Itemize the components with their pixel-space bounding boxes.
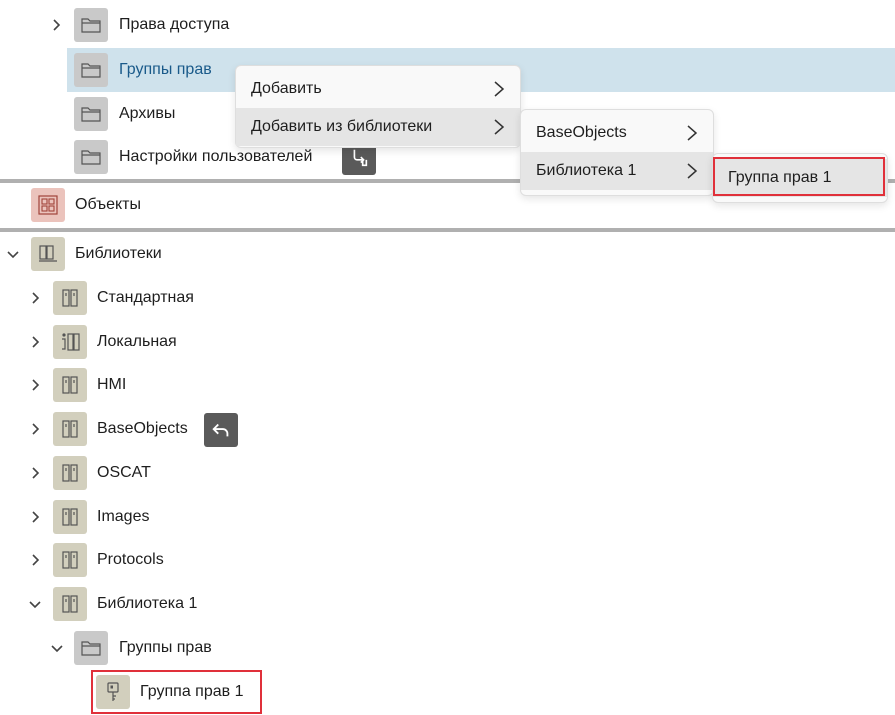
submenu-libraries: BaseObjects Библиотека 1 xyxy=(520,109,714,196)
menu-item-label: Добавить xyxy=(251,80,322,97)
menu-item-label: Библиотека 1 xyxy=(536,162,637,179)
chevron-right-icon[interactable] xyxy=(27,377,43,393)
tree-item-library-hmi[interactable]: HMI xyxy=(0,363,895,407)
library-icon xyxy=(53,543,87,577)
libraries-icon xyxy=(31,237,65,271)
tree-item-label: Images xyxy=(97,508,150,525)
chevron-right-icon[interactable] xyxy=(27,552,43,568)
tree-item-library-1[interactable]: Библиотека 1 xyxy=(0,582,895,626)
tree-item-label: HMI xyxy=(97,376,127,393)
highlight-box xyxy=(91,670,262,714)
chevron-right-icon[interactable] xyxy=(27,465,43,481)
tree-item-library-standard[interactable]: Стандартная xyxy=(0,276,895,320)
library-icon xyxy=(53,281,87,315)
chevron-right-icon xyxy=(687,125,698,141)
tree-item-label: Protocols xyxy=(97,551,164,568)
menu-item-baseobjects[interactable]: BaseObjects xyxy=(521,114,713,152)
chevron-right-icon[interactable] xyxy=(27,421,43,437)
tree-item-label: Библиотеки xyxy=(75,245,162,262)
library-icon xyxy=(53,587,87,621)
menu-item-label: Добавить из библиотеки xyxy=(251,118,433,135)
menu-item-label: BaseObjects xyxy=(536,124,627,141)
tree-item-label: Локальная xyxy=(97,333,177,350)
folder-icon xyxy=(74,8,108,42)
context-menu: Добавить Добавить из библиотеки xyxy=(235,65,521,148)
library-icon xyxy=(53,368,87,402)
chevron-down-icon[interactable] xyxy=(5,246,21,262)
menu-item-add[interactable]: Добавить xyxy=(236,70,520,108)
tree-item-label: Архивы xyxy=(119,105,176,122)
tree-item-libraries[interactable]: Библиотеки xyxy=(0,232,895,276)
tree-item-label: Настройки пользователей xyxy=(119,148,313,165)
tree-item-lib1-rights-groups[interactable]: Группы прав xyxy=(0,626,895,670)
tree-item-label: Группы прав xyxy=(119,61,212,78)
tree-item-label: Стандартная xyxy=(97,289,194,306)
chevron-right-icon xyxy=(687,163,698,179)
folder-icon xyxy=(74,140,108,174)
tree-item-label: Объекты xyxy=(75,196,141,213)
folder-icon xyxy=(74,631,108,665)
tree-item-label: BaseObjects xyxy=(97,420,188,437)
tree-item-label: Группы прав xyxy=(119,639,212,656)
library-icon xyxy=(53,456,87,490)
tree-item-label: OSCAT xyxy=(97,464,151,481)
chevron-right-icon[interactable] xyxy=(27,334,43,350)
menu-item-add-from-library[interactable]: Добавить из библиотеки xyxy=(236,108,520,146)
tree-item-access-rights[interactable]: Права доступа xyxy=(0,3,895,47)
chevron-right-icon xyxy=(494,119,505,135)
library-icon xyxy=(53,412,87,446)
tree-item-library-images[interactable]: Images xyxy=(0,495,895,539)
chevron-down-icon[interactable] xyxy=(27,596,43,612)
folder-icon xyxy=(74,97,108,131)
tree-item-library-baseobjects[interactable]: BaseObjects xyxy=(0,407,895,451)
menu-item-library-1[interactable]: Библиотека 1 xyxy=(521,152,713,190)
tree-item-label: Права доступа xyxy=(119,16,230,33)
undo-arrow-icon[interactable] xyxy=(204,413,238,447)
chevron-down-icon[interactable] xyxy=(49,640,65,656)
local-library-icon xyxy=(53,325,87,359)
chevron-right-icon[interactable] xyxy=(48,17,64,33)
objects-icon xyxy=(31,188,65,222)
chevron-right-icon[interactable] xyxy=(27,509,43,525)
tree-item-library-protocols[interactable]: Protocols xyxy=(0,538,895,582)
highlight-box xyxy=(713,157,885,196)
tree-item-label: Библиотека 1 xyxy=(97,595,198,612)
library-icon xyxy=(53,500,87,534)
chevron-right-icon[interactable] xyxy=(27,290,43,306)
tree-item-library-oscat[interactable]: OSCAT xyxy=(0,451,895,495)
folder-icon xyxy=(74,53,108,87)
tree-item-library-local[interactable]: Локальная xyxy=(0,320,895,364)
chevron-right-icon xyxy=(494,81,505,97)
